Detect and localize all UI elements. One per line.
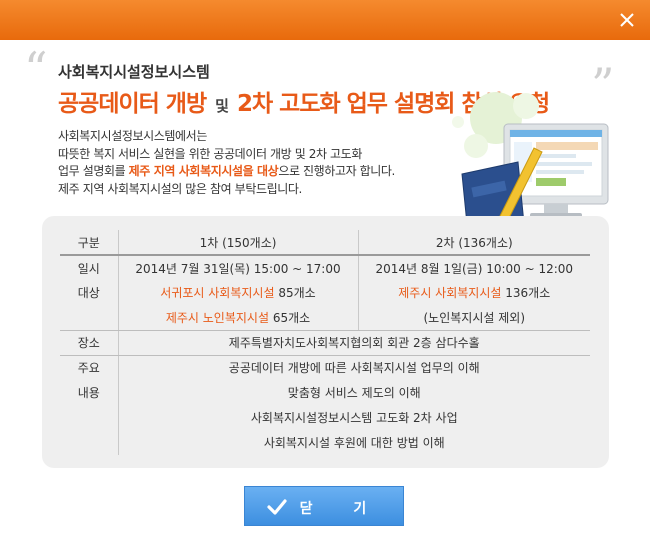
table-cell: 사회복지시설 후원에 대한 방법 이해 [117, 430, 590, 455]
close-dialog-label: 닫 기 [299, 501, 385, 517]
table-cell: 1차 (150개소) [117, 230, 358, 256]
table-cell: 2차 (136개소) [357, 230, 590, 256]
table-cell: 장소 [60, 330, 118, 356]
table-row: 사회복지시설 후원에 대한 방법 이해 [60, 430, 590, 455]
table-header-row: 구분 1차 (150개소) 2차 (136개소) [60, 230, 590, 256]
table-cell: 대상 [77, 286, 100, 300]
table-cell: 제주특별자치도사회복지협의회 회관 2층 삼다수홀 [117, 330, 590, 356]
dialog-subtitle: 사회복지시설정보시스템 [58, 63, 210, 81]
intro-text: 사회복지시설정보시스템에서는 따뜻한 복지 서비스 실현을 위한 공공데이터 개… [58, 128, 395, 198]
table-cell: 제주시 노인복지시설 65개소 [117, 305, 358, 331]
table-cell: 일시 [77, 261, 100, 276]
close-icon [620, 13, 634, 27]
table-cell [60, 430, 118, 455]
dialog-titlebar [0, 0, 650, 40]
intro-line: 사회복지시설정보시스템에서는 [58, 129, 207, 143]
intro-line: 제주 지역 사회복지시설의 많은 참여 부탁드립니다. [58, 181, 302, 196]
close-dialog-button[interactable]: 닫 기 [244, 486, 404, 526]
info-table: 구분 1차 (150개소) 2차 (136개소) 일시 2014년 7월 31일… [60, 230, 590, 455]
table-row: 내용 맞춤형 서비스 제도의 이해 [60, 380, 590, 405]
title-conj: 및 [215, 97, 229, 115]
table-cell: 구분 [60, 230, 118, 256]
table-cell: 2014년 7월 31일(목) 15:00 ~ 17:00 [117, 255, 358, 280]
table-cell: 맞춤형 서비스 제도의 이해 [117, 380, 590, 405]
intro-line: 업무 설명회를 제주 지역 사회복지시설을 대상으로 진행하고자 합니다. [58, 164, 395, 178]
open-quote-icon: “ [24, 42, 48, 96]
table-row: 장소 제주특별자치도사회복지협의회 회관 2층 삼다수홀 [60, 330, 590, 356]
table-cell: 주요 [77, 361, 100, 376]
intro-highlight: 제주 지역 사회복지시설을 대상 [128, 164, 279, 178]
table-row: 사회복지시설정보시스템 고도화 2차 사업 [60, 405, 590, 430]
table-cell [60, 305, 118, 331]
table-cell: 제주시 사회복지시설 136개소 [357, 280, 590, 305]
table-row: 제주시 노인복지시설 65개소 (노인복지시설 제외) [60, 305, 590, 331]
title-part1: 공공데이터 개방 [58, 91, 207, 117]
table-cell: 서귀포시 사회복지시설 85개소 [117, 280, 358, 305]
table-cell: 공공데이터 개방에 따른 사회복지시설 업무의 이해 [117, 355, 590, 380]
table-cell: (노인복지시설 제외) [357, 305, 590, 331]
close-button[interactable] [616, 9, 638, 31]
table-row: 주요 공공데이터 개방에 따른 사회복지시설 업무의 이해 [60, 355, 590, 380]
table-cell: 사회복지시설정보시스템 고도화 2차 사업 [117, 405, 590, 430]
table-row: 대상 서귀포시 사회복지시설 85개소 제주시 사회복지시설 136개소 [60, 280, 590, 305]
intro-line: 따뜻한 복지 서비스 실현을 위한 공공데이터 개방 및 2차 고도화 [58, 146, 362, 161]
table-row: 일시 2014년 7월 31일(목) 15:00 ~ 17:00 2014년 8… [60, 255, 590, 280]
table-cell: 2014년 8월 1일(금) 10:00 ~ 12:00 [357, 255, 590, 280]
table-cell: 내용 [77, 386, 100, 400]
table-cell [60, 405, 118, 430]
